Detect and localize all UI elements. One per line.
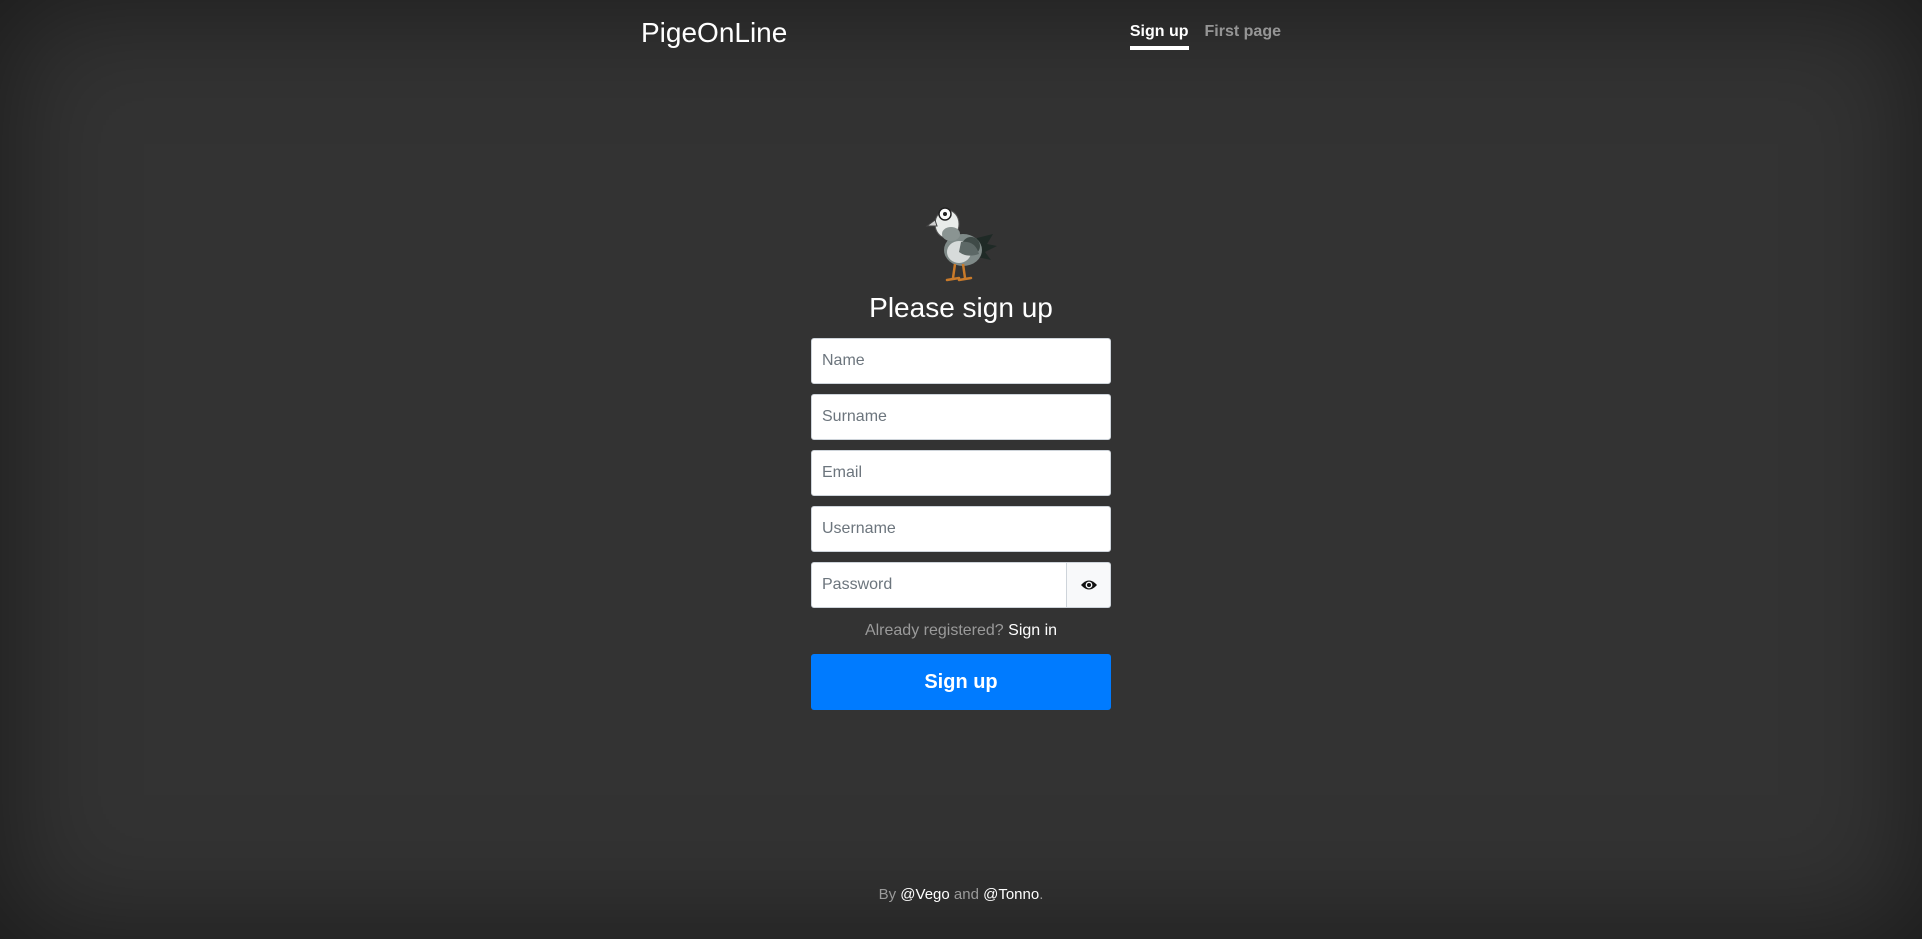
surname-field[interactable]: [811, 394, 1111, 440]
toggle-password-button[interactable]: [1067, 562, 1111, 608]
footer-and: and: [953, 886, 979, 903]
footer-by: By: [878, 886, 897, 903]
page-title: Please sign up: [869, 292, 1053, 323]
brand-title: PigeOnLine: [641, 17, 788, 48]
signin-link[interactable]: Sign in: [1008, 622, 1057, 639]
password-field[interactable]: [811, 562, 1067, 608]
signup-form: Please sign up Already registered? Sign …: [811, 200, 1111, 710]
author-link-vego[interactable]: @Vego: [900, 886, 949, 903]
password-group: [811, 562, 1111, 608]
nav-sign-up[interactable]: Sign up: [1129, 23, 1189, 50]
name-field[interactable]: [811, 338, 1111, 384]
signin-prompt: Already registered? Sign in: [811, 622, 1111, 640]
nav-first-page[interactable]: First page: [1205, 23, 1281, 50]
author-link-tonno[interactable]: @Tonno: [983, 886, 1039, 903]
pigeon-icon: [925, 207, 997, 282]
footer-period: .: [1039, 886, 1044, 903]
email-field[interactable]: [811, 450, 1111, 496]
footer: By @Vego and @Tonno.: [0, 886, 1922, 903]
eye-icon: [1080, 580, 1097, 590]
already-registered-text: Already registered?: [864, 622, 1004, 639]
main-nav: Sign up First page: [1129, 23, 1281, 50]
username-field[interactable]: [811, 506, 1111, 552]
header: PigeOnLine Sign up First page: [641, 0, 1281, 70]
signup-button[interactable]: Sign up: [811, 654, 1111, 710]
